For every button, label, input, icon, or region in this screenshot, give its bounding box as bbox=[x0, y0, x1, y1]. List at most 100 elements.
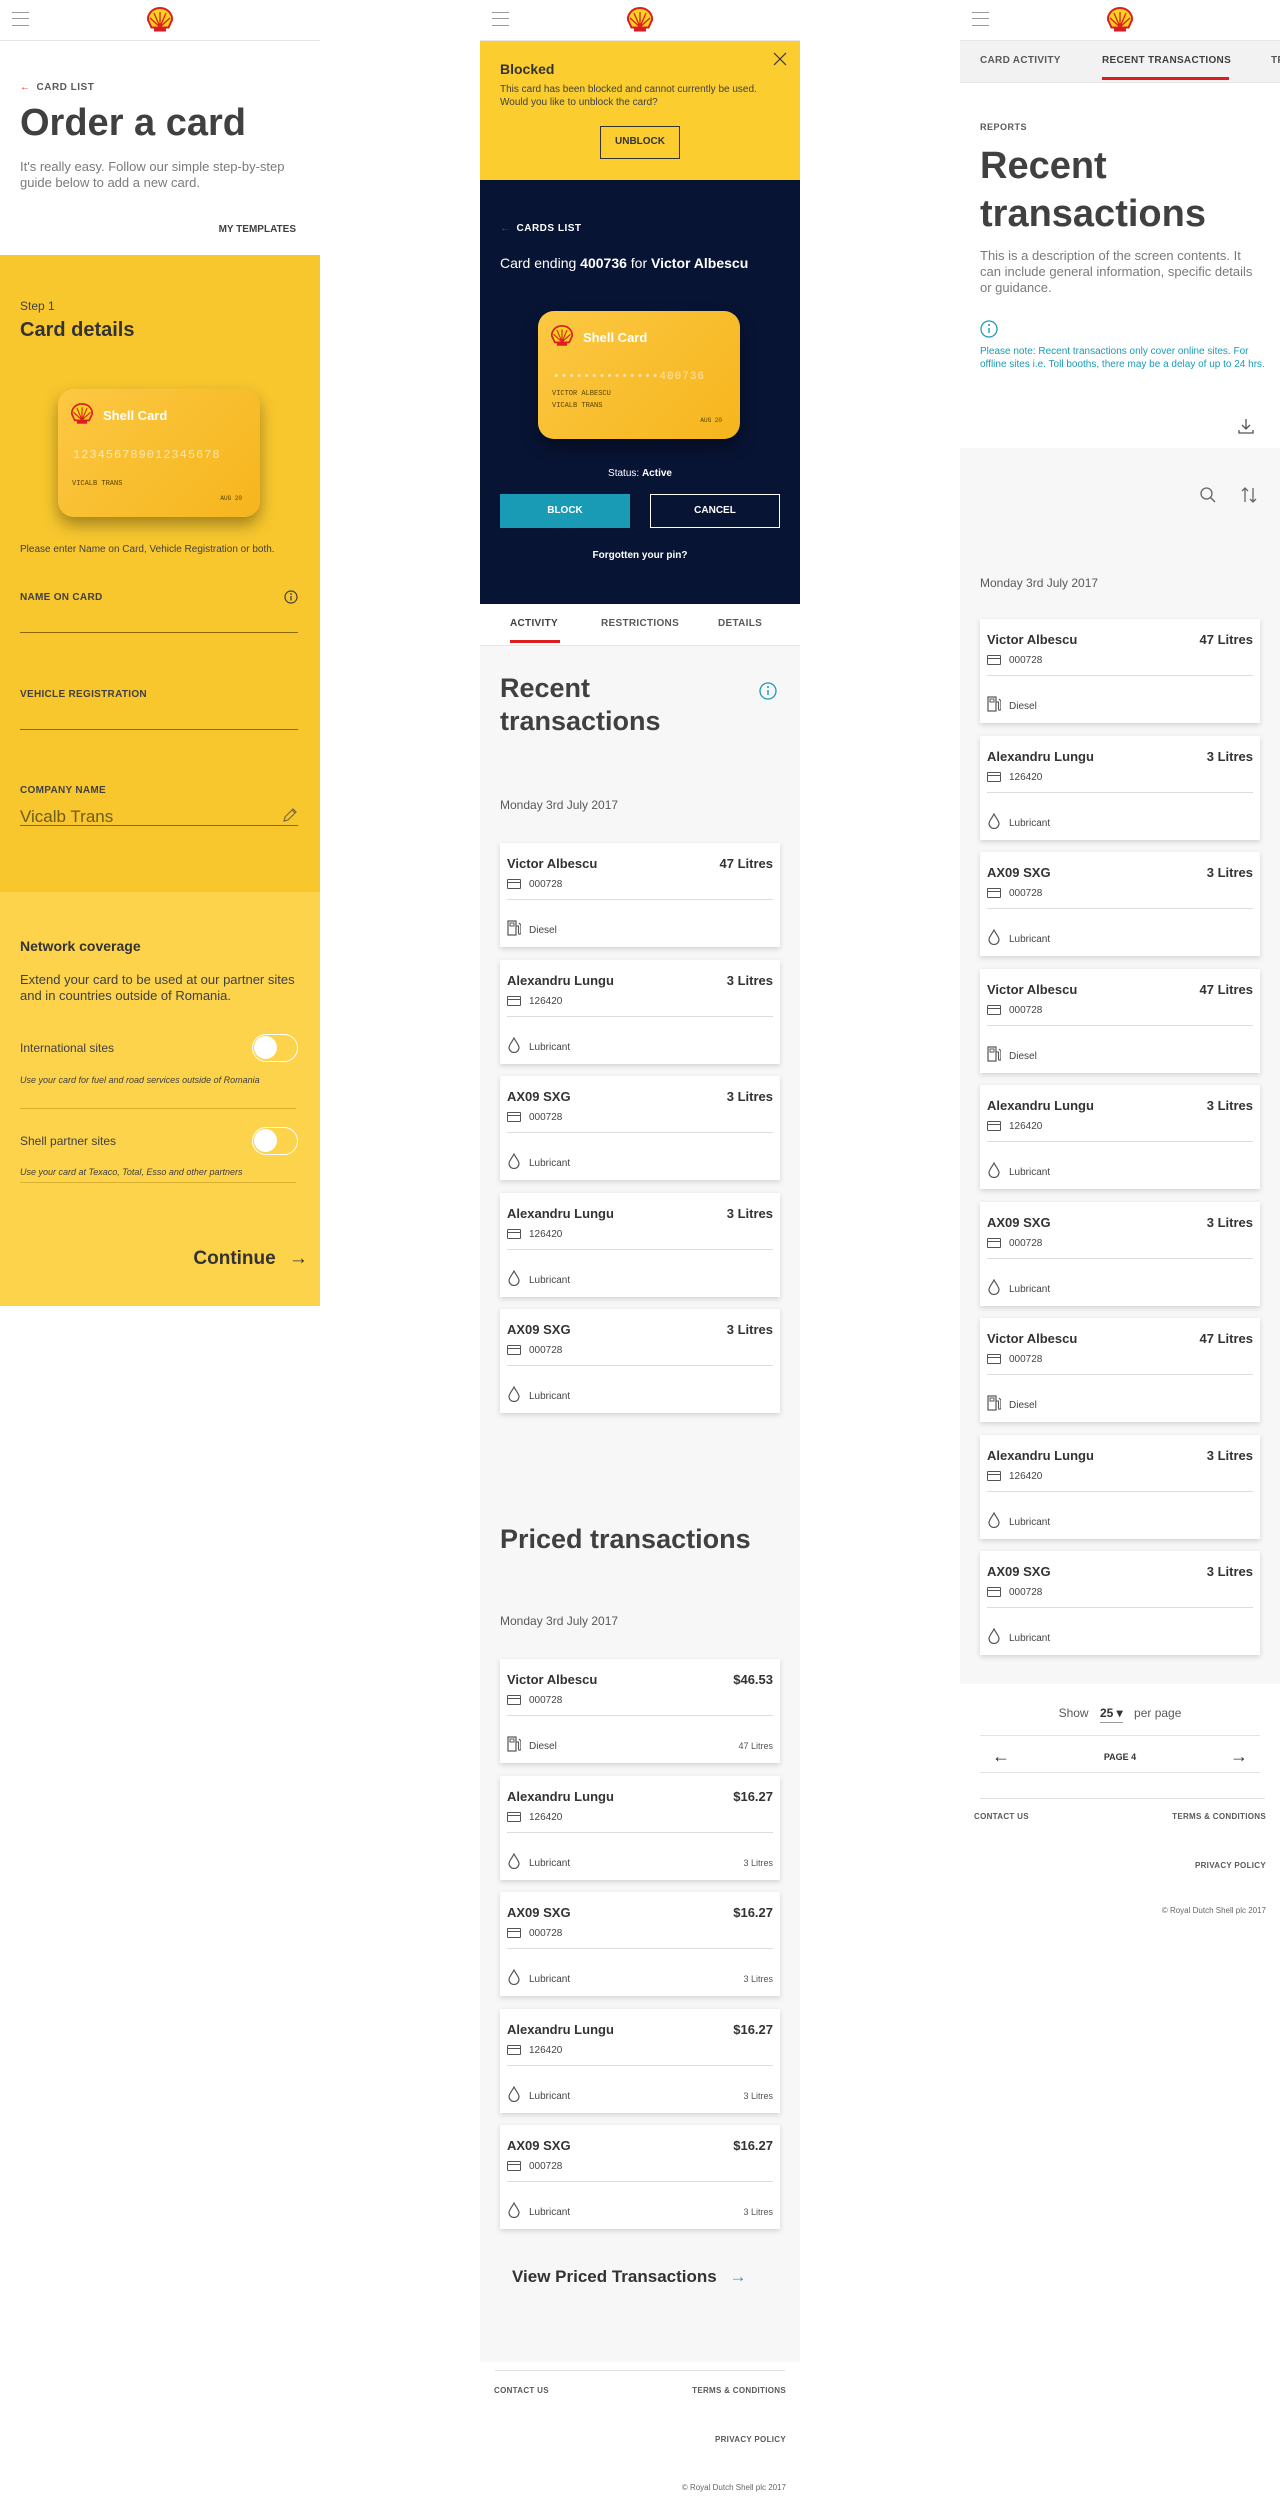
menu-icon[interactable] bbox=[12, 12, 29, 26]
next-page-icon[interactable]: → bbox=[1230, 1746, 1248, 1767]
divider bbox=[980, 1772, 1260, 1773]
block-button[interactable]: BLOCK bbox=[500, 494, 630, 528]
privacy-link[interactable]: PRIVACY POLICY bbox=[1195, 1861, 1266, 1870]
product-label: Lubricant bbox=[1009, 934, 1051, 945]
transaction-card[interactable]: Alexandru Lungu 3 Litres 126420 Lubricant bbox=[980, 1085, 1260, 1189]
transaction-amount: 3 Litres bbox=[726, 1089, 773, 1104]
my-templates-link[interactable]: MY TEMPLATES bbox=[219, 224, 296, 235]
partner-sites-toggle[interactable] bbox=[252, 1127, 298, 1155]
divider bbox=[507, 1365, 773, 1366]
transaction-amount: $16.27 bbox=[733, 2138, 773, 2153]
drop-icon bbox=[987, 1512, 1001, 1528]
shell-logo-icon[interactable] bbox=[1106, 7, 1134, 33]
shell-logo-icon[interactable] bbox=[626, 7, 654, 33]
transaction-amount: $16.27 bbox=[733, 2021, 773, 2037]
vehicle-registration-input[interactable] bbox=[20, 700, 298, 730]
product-label: Lubricant bbox=[1009, 1633, 1051, 1644]
card-number: 000728 bbox=[1009, 1237, 1043, 1249]
transaction-card[interactable]: Victor Albescu 47 Litres 000728 Diesel bbox=[500, 843, 780, 947]
tab-details[interactable]: DETAILS bbox=[718, 618, 762, 629]
top-bar bbox=[960, 0, 1280, 41]
transaction-card[interactable]: Alexandru Lungu 3 Litres 126420 Lubricant bbox=[500, 959, 780, 1064]
fuel-pump-icon bbox=[987, 1046, 1001, 1062]
transaction-card[interactable]: AX09 SXG 3 Litres 000728 Lubricant bbox=[980, 852, 1260, 956]
shell-logo-icon[interactable] bbox=[146, 7, 174, 33]
transaction-card[interactable]: Alexandru Lungu $16.27 126420 Lubricant 3 Li… bbox=[500, 2008, 780, 2113]
card-number: 123456789012345678 bbox=[73, 448, 221, 462]
tab-activity[interactable]: ACTIVITY bbox=[510, 618, 558, 629]
product-label: Lubricant bbox=[529, 1274, 571, 1286]
forgotten-pin-link[interactable]: Forgotten your pin? bbox=[480, 550, 800, 561]
card-icon bbox=[987, 1470, 1001, 1481]
transaction-card[interactable]: AX09 SXG 3 Litres 000728 Lubricant bbox=[980, 1551, 1260, 1655]
order-card-screen: ← CARD LIST Order a card It's really easy… bbox=[0, 0, 320, 1306]
contact-us-link[interactable]: CONTACT US bbox=[974, 1812, 1029, 1821]
terms-link[interactable]: TERMS & CONDITIONS bbox=[1172, 1812, 1266, 1821]
product-label: Lubricant bbox=[1009, 1167, 1051, 1178]
transaction-name: Alexandru Lungu bbox=[987, 748, 1094, 764]
continue-button[interactable]: Continue → bbox=[193, 1248, 308, 1270]
partner-sites-label: Shell partner sites bbox=[20, 1134, 117, 1148]
intl-sites-toggle[interactable] bbox=[252, 1034, 298, 1062]
tab-card-activity[interactable]: CARD ACTIVITY bbox=[980, 55, 1061, 66]
contact-us-link[interactable]: CONTACT US bbox=[494, 2386, 549, 2395]
card-summary-panel: ← CARDS LIST Card ending 400736 for Victo… bbox=[480, 180, 800, 604]
divider bbox=[507, 1948, 773, 1949]
quantity: 3 Litres bbox=[743, 1857, 773, 1868]
back-link[interactable]: ← CARD LIST bbox=[20, 82, 94, 93]
transaction-amount: 3 Litres bbox=[1206, 1447, 1253, 1463]
divider bbox=[507, 2181, 773, 2182]
transaction-card[interactable]: Victor Albescu 47 Litres 000728 Diesel bbox=[980, 619, 1260, 723]
privacy-link[interactable]: PRIVACY POLICY bbox=[715, 2435, 786, 2444]
transaction-card[interactable]: Alexandru Lungu $16.27 126420 Lubricant 3 Li… bbox=[500, 1775, 780, 1880]
edit-pencil-icon[interactable] bbox=[282, 807, 298, 823]
menu-icon[interactable] bbox=[972, 12, 989, 26]
sort-icon[interactable] bbox=[1240, 485, 1258, 505]
transaction-card[interactable]: Alexandru Lungu 3 Litres 126420 Lubricant bbox=[980, 735, 1260, 840]
company-name-input[interactable]: Vicalb Trans bbox=[20, 796, 298, 826]
info-icon[interactable] bbox=[759, 682, 777, 700]
info-icon[interactable] bbox=[284, 590, 298, 604]
card-icon bbox=[507, 2161, 521, 2171]
transaction-card[interactable]: AX09 SXG 3 Litres 000728 Lubricant bbox=[980, 1201, 1260, 1306]
download-icon[interactable] bbox=[1237, 417, 1255, 435]
quantity: 47 Litres bbox=[738, 1741, 773, 1751]
view-priced-link[interactable]: View Priced Transactions → bbox=[512, 2267, 746, 2287]
quantity: 3 Litres bbox=[743, 1974, 773, 1984]
name-on-card-input[interactable] bbox=[20, 603, 298, 633]
transaction-card[interactable]: Alexandru Lungu 3 Litres 126420 Lubricant bbox=[980, 1434, 1260, 1539]
card-icon bbox=[987, 1587, 1001, 1597]
terms-link[interactable]: TERMS & CONDITIONS bbox=[692, 2386, 786, 2395]
unblock-button[interactable]: UNBLOCK bbox=[600, 126, 680, 159]
per-page-select[interactable]: 25 ▾ bbox=[1099, 1706, 1123, 1723]
card-icon bbox=[987, 1121, 1001, 1131]
card-icon bbox=[987, 655, 1001, 665]
transaction-card[interactable]: AX09 SXG 3 Litres 000728 Lubricant bbox=[500, 1076, 780, 1180]
back-link[interactable]: ← CARDS LIST bbox=[500, 223, 582, 234]
card-number: 000728 bbox=[1009, 1004, 1043, 1016]
intro-text: It's really easy. Follow our simple step… bbox=[20, 159, 285, 190]
card-status: Status: Active bbox=[608, 468, 672, 479]
close-icon[interactable] bbox=[772, 51, 788, 67]
tab-more[interactable]: TR bbox=[1271, 55, 1280, 66]
transaction-card[interactable]: Victor Albescu 47 Litres 000728 Diesel bbox=[980, 1318, 1260, 1422]
card-number: 126420 bbox=[529, 1811, 563, 1823]
transaction-card[interactable]: AX09 SXG 3 Litres 000728 Lubricant bbox=[500, 1309, 780, 1413]
menu-icon[interactable] bbox=[492, 12, 509, 26]
transaction-card[interactable]: AX09 SXG $16.27 000728 Lubricant 3 Litres bbox=[500, 2125, 780, 2229]
cancel-button[interactable]: CANCEL bbox=[650, 494, 780, 528]
drop-icon bbox=[987, 1279, 1001, 1295]
card-icon bbox=[507, 995, 521, 1006]
tab-restrictions[interactable]: RESTRICTIONS bbox=[601, 618, 679, 629]
divider bbox=[20, 1182, 296, 1183]
transaction-card[interactable]: Alexandru Lungu 3 Litres 126420 Lubricant bbox=[500, 1192, 780, 1297]
transaction-card[interactable]: Victor Albescu $46.53 000728 Diesel 47 Litre… bbox=[500, 1659, 780, 1763]
transaction-name: AX09 SXG bbox=[507, 1089, 571, 1104]
tab-recent-transactions[interactable]: RECENT TRANSACTIONS bbox=[1102, 55, 1231, 66]
alert-message: This card has been blocked and cannot cu… bbox=[500, 84, 757, 108]
card-preview: Shell Card ••••••••••••••400736 VICTOR A… bbox=[538, 311, 740, 439]
transaction-card[interactable]: AX09 SXG $16.27 000728 Lubricant 3 Litres bbox=[500, 1892, 780, 1996]
search-icon[interactable] bbox=[1199, 486, 1217, 504]
product-label: Diesel bbox=[1009, 1400, 1037, 1411]
transaction-card[interactable]: Victor Albescu 47 Litres 000728 Diesel bbox=[980, 968, 1260, 1073]
